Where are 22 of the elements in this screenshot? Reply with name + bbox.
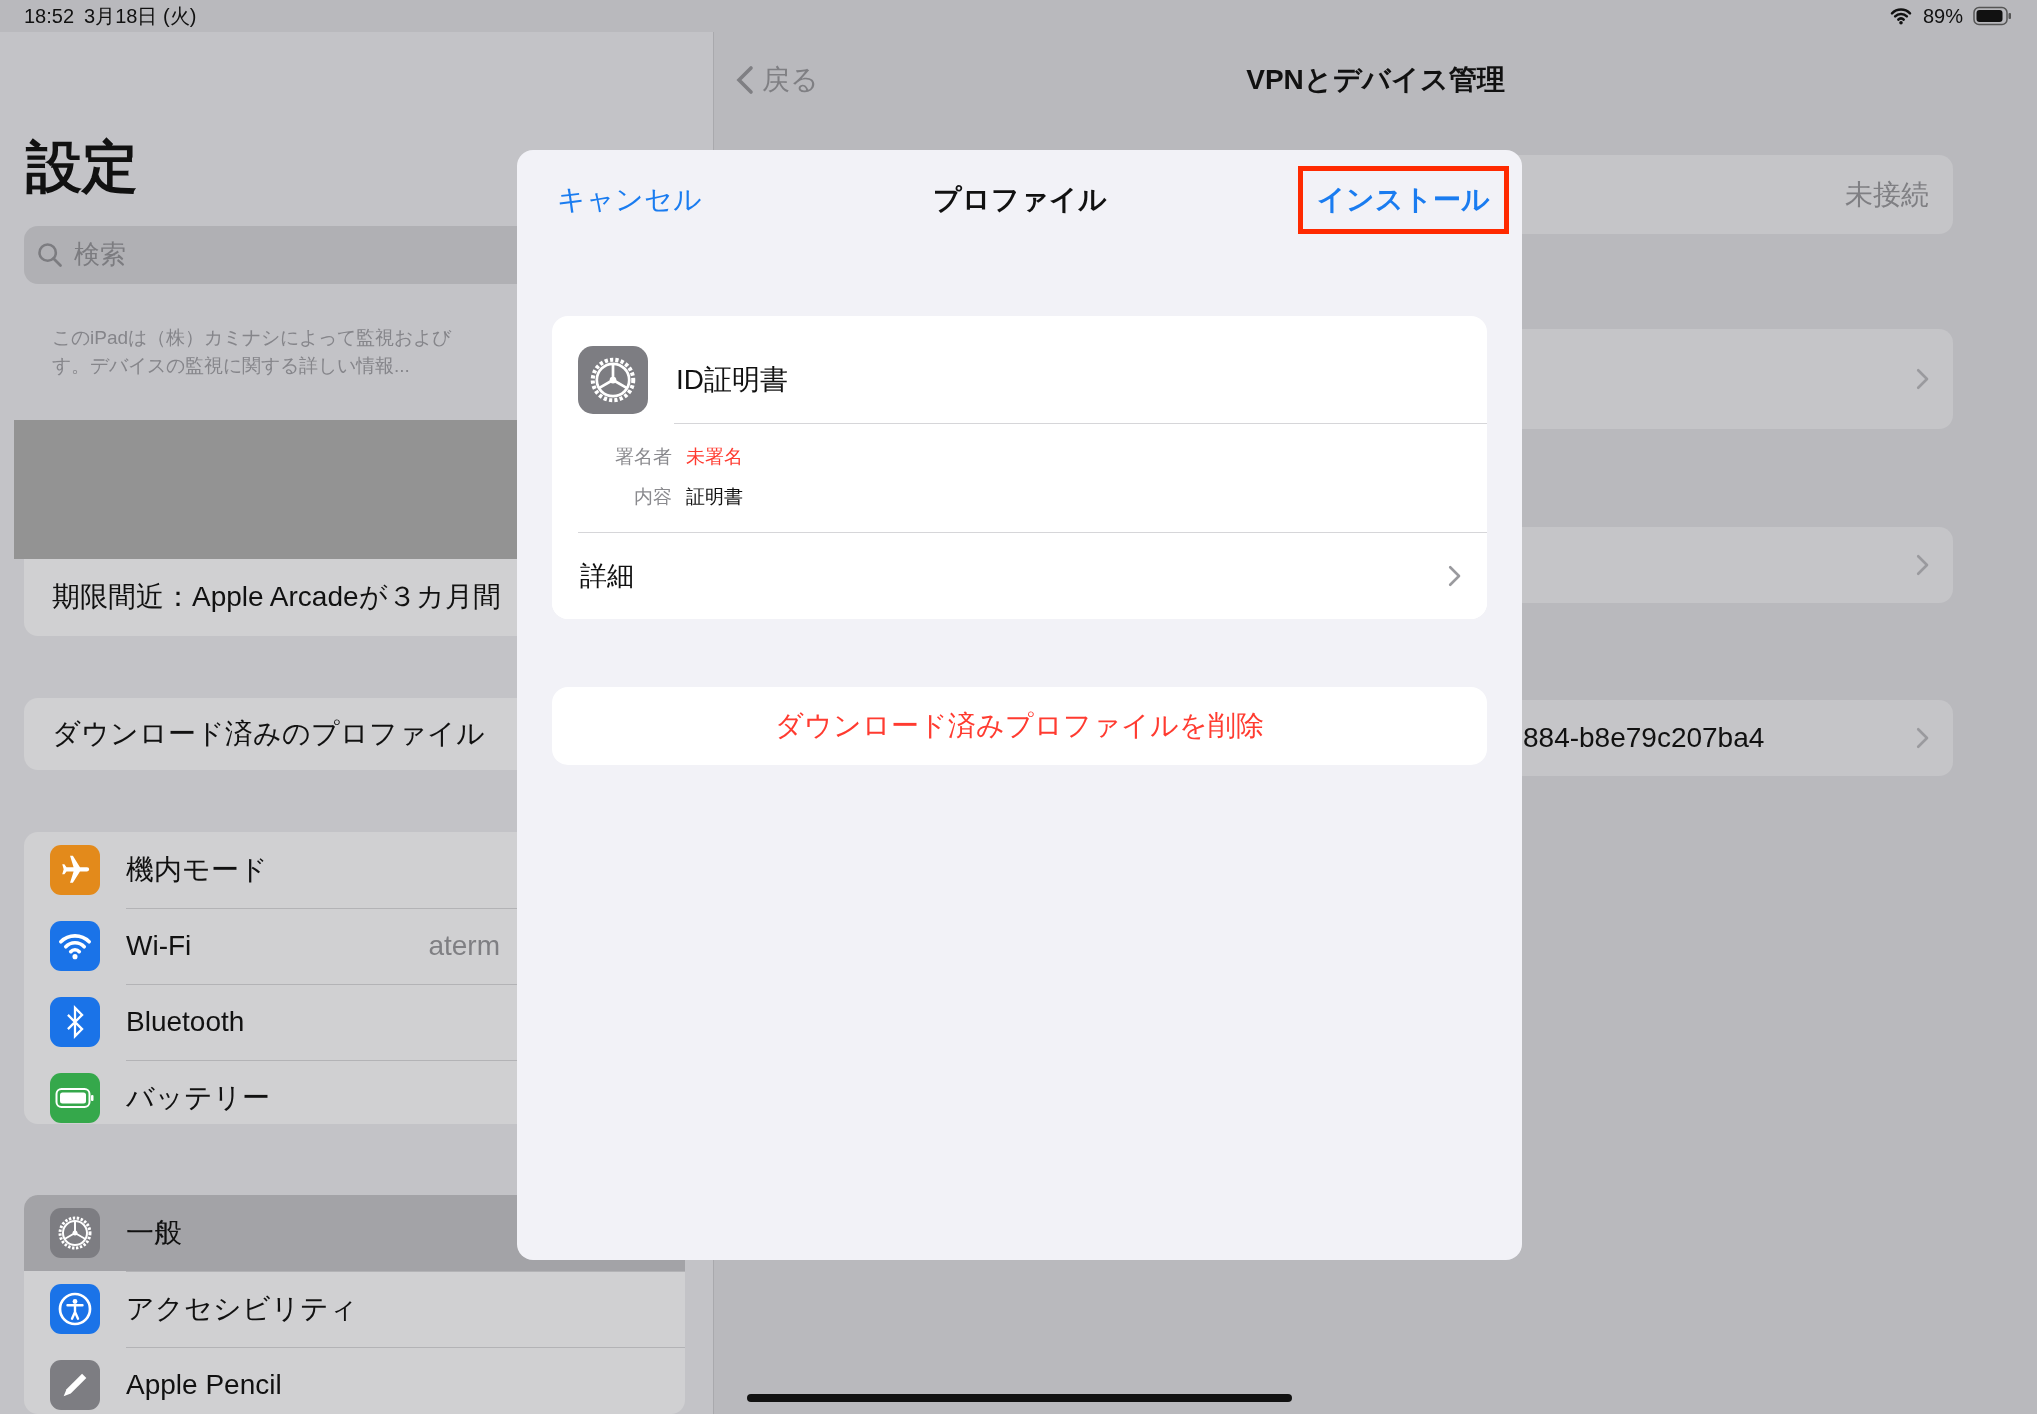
sheet-title: プロファイル	[932, 183, 1107, 217]
item-label: バッテリー	[126, 1081, 270, 1116]
item-value: aterm	[428, 929, 500, 962]
field-value: 証明書	[686, 485, 743, 509]
field-label: 内容	[633, 485, 672, 509]
item-label: アクセシビリティ	[126, 1291, 358, 1326]
status-date: 3月18日 (火)	[84, 3, 197, 29]
item-label: Wi-Fi	[126, 929, 192, 962]
profile-name: ID証明書	[676, 362, 788, 397]
sidebar-title: 設定	[26, 134, 138, 200]
page-title: VPNとデバイス管理	[1246, 63, 1505, 97]
status-time: 18:52	[24, 4, 75, 28]
item-label: 一般	[126, 1215, 182, 1250]
item-label: 機内モード	[126, 852, 268, 887]
item-label: Bluetooth	[126, 1005, 245, 1038]
supervision-note: このiPadは（株）カミナシによって監視および す。デバイスの監視に関する詳しい情報...	[52, 325, 453, 378]
row-label: 884-b8e79c207ba4	[1523, 722, 1765, 754]
battery-percentage: 89%	[1922, 4, 1963, 28]
item-label: Apple Pencil	[126, 1369, 282, 1402]
field-label: 署名者	[614, 445, 672, 469]
row-value: 未接続	[1845, 177, 1929, 212]
field-value: 未署名	[686, 445, 743, 469]
